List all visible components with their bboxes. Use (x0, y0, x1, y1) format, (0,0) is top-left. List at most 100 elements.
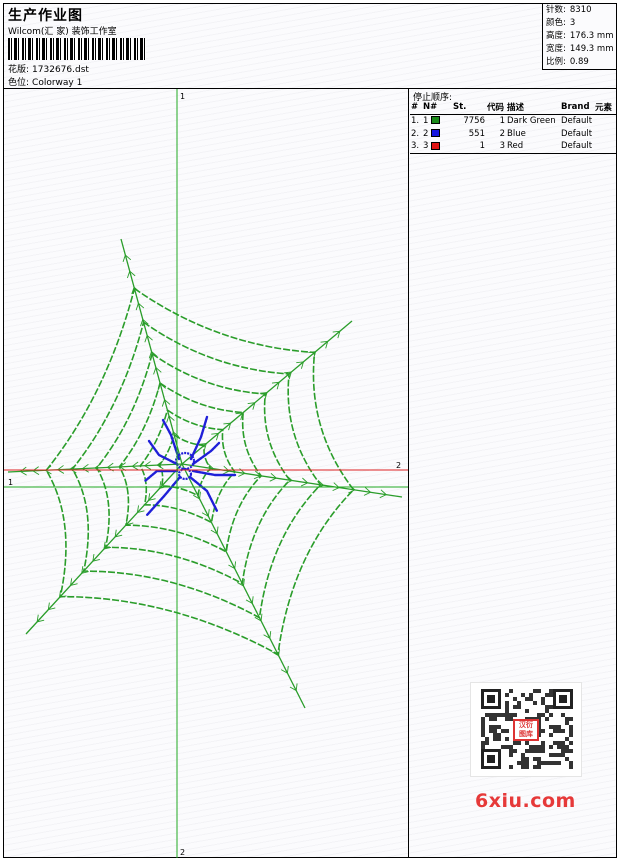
qr-module (529, 749, 533, 753)
qr-module (569, 729, 573, 733)
qr-module (489, 725, 493, 729)
qr-module (541, 713, 545, 717)
row-needle: 2 (422, 127, 452, 140)
qr-module (513, 705, 517, 709)
qr-module (569, 749, 573, 753)
row-elements (594, 114, 616, 127)
embroidery-preview: 1 2 1 2 (4, 89, 408, 858)
stat-label: 颜色: (546, 18, 566, 28)
qr-module (485, 737, 489, 741)
qr-module (553, 729, 557, 733)
watermark-site: 6xiu.com (475, 790, 576, 812)
qr-module (533, 757, 537, 761)
qr-module (533, 765, 537, 769)
qr-module (545, 693, 549, 697)
row-elements (594, 127, 616, 140)
qr-module (497, 725, 501, 729)
qr-module (537, 749, 541, 753)
qr-module (549, 693, 553, 697)
qr-module (549, 761, 553, 765)
qr-module (537, 689, 541, 693)
qr-module (525, 761, 529, 765)
stat-colors: 颜色: 3 (543, 17, 616, 30)
qr-module (541, 729, 545, 733)
row-brand: Default (560, 140, 594, 154)
thread-color-swatch (431, 141, 441, 150)
qr-module (509, 765, 513, 769)
qr-module (513, 697, 517, 701)
h-green-axis-label: 1 (8, 478, 13, 487)
barcode (8, 38, 146, 60)
qr-module (529, 693, 533, 697)
qr-module (565, 717, 569, 721)
row-code: 2 (499, 128, 505, 139)
column-header: 描述 (506, 101, 560, 115)
qr-module (505, 745, 509, 749)
qr-module (541, 697, 545, 701)
qr-module (509, 749, 513, 753)
qr-module (521, 757, 525, 761)
qr-module (497, 733, 501, 737)
colorway-name: Colorway 1 (32, 78, 83, 88)
qr-module (501, 745, 505, 749)
qr-module (505, 713, 509, 717)
row-needle: 3 (422, 140, 452, 154)
qr-module (561, 741, 565, 745)
qr-module (553, 725, 557, 729)
qr-module (569, 733, 573, 737)
table-row: 3. 3 1 3 Red Default (410, 140, 616, 154)
colorway-line: 色位: Colorway 1 (8, 75, 82, 88)
qr-module (513, 741, 517, 745)
qr-module (517, 701, 521, 705)
qr-module (529, 697, 533, 701)
qr-module (549, 753, 553, 757)
spider-leg-stitch (147, 439, 179, 466)
stat-scale: 比例: 0.89 (543, 56, 616, 69)
page-title: 生产作业图 (8, 8, 83, 24)
row-description: Blue (507, 128, 526, 139)
qr-module (525, 749, 529, 753)
qr-module (505, 705, 509, 709)
qr-module (553, 761, 557, 765)
qr-module (545, 709, 549, 713)
h-red-axis-label: 2 (396, 461, 401, 470)
qr-module (489, 713, 493, 717)
table-row: 2. 2 551 2 Blue Default (410, 127, 616, 140)
qr-module (501, 713, 505, 717)
table-header-row: # N# St. 代码 描述 Brand 元素 (410, 101, 616, 115)
qr-module (561, 753, 565, 757)
qr-module (501, 729, 505, 733)
row-elements (594, 140, 616, 154)
qr-module (537, 765, 541, 769)
qr-module (497, 737, 501, 741)
qr-module (549, 733, 553, 737)
stat-label: 高度: (546, 31, 566, 41)
qr-module (509, 713, 513, 717)
qr-module (537, 757, 541, 761)
qr-module (481, 741, 485, 745)
qr-module (561, 749, 565, 753)
qr-module (505, 717, 509, 721)
qr-module (489, 729, 493, 733)
pattern-label: 花版: (8, 65, 30, 75)
qr-module (493, 725, 497, 729)
table-row: 1. 1 7756 1 Dark Green Default (410, 114, 616, 127)
needle-number: 2 (423, 128, 429, 139)
thread-color-swatch (431, 129, 441, 137)
qr-module (509, 689, 513, 693)
qr-module (481, 717, 485, 721)
qr-module (521, 765, 525, 769)
qr-module (493, 733, 497, 737)
qr-module (489, 717, 493, 721)
qr-module (521, 753, 525, 757)
qr-module (549, 745, 553, 749)
stat-height: 高度: 176.3 mm (543, 30, 616, 43)
qr-module (569, 741, 573, 745)
qr-module (549, 725, 553, 729)
stat-stitches: 针数: 8310 (543, 4, 616, 17)
colorway-label: 色位: (8, 78, 30, 88)
row-code: 1 (499, 115, 505, 126)
column-header: Brand (560, 101, 594, 115)
row-needle: 1 (422, 114, 452, 127)
row-code: 3 (486, 140, 506, 154)
